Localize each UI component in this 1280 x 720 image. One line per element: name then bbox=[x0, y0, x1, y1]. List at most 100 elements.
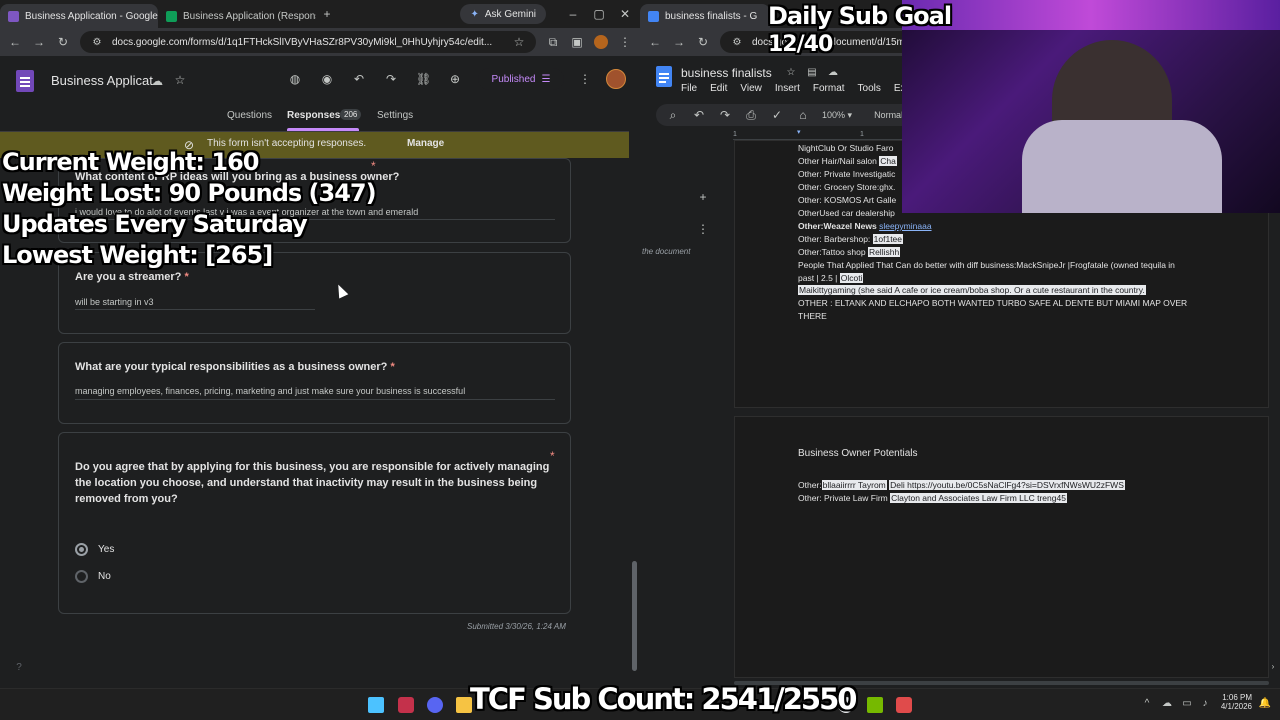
radio-option-no[interactable]: No bbox=[75, 570, 111, 583]
doc-line: Other: Grocery Store:ghx. bbox=[798, 182, 896, 192]
question-title: Do you agree that by applying for this b… bbox=[75, 461, 550, 505]
discord-icon[interactable] bbox=[427, 697, 443, 713]
minimize-icon[interactable]: – bbox=[566, 7, 580, 21]
close-window-icon[interactable]: ✕ bbox=[618, 7, 632, 21]
google-forms-logo-icon bbox=[16, 70, 34, 92]
outline-menu-icon[interactable]: ⋮ bbox=[696, 222, 710, 236]
new-tab-icon[interactable]: + bbox=[320, 7, 334, 21]
taskbar-clock[interactable]: 1:06 PM 4/1/2026 bbox=[1218, 693, 1252, 711]
back-icon[interactable]: ← bbox=[8, 35, 22, 49]
tab-settings[interactable]: Settings bbox=[377, 110, 413, 121]
undo-icon[interactable]: ↶ bbox=[692, 108, 706, 122]
app-icon[interactable] bbox=[896, 697, 912, 713]
clock-date: 4/1/2026 bbox=[1220, 702, 1252, 711]
tab-responses[interactable]: Responses bbox=[287, 110, 340, 121]
more-options-icon[interactable]: ⋮ bbox=[578, 72, 592, 86]
doc-line: NightClub Or Studio Faro bbox=[798, 143, 894, 153]
site-info-icon: ⚙ bbox=[92, 36, 102, 48]
scroll-right-icon[interactable]: › bbox=[1266, 662, 1280, 671]
profile-avatar[interactable] bbox=[594, 35, 608, 49]
submitted-timestamp: Submitted 3/30/26, 1:24 AM bbox=[467, 622, 566, 631]
answer-underline bbox=[75, 309, 315, 310]
volume-icon[interactable]: ♪ bbox=[1198, 698, 1212, 709]
tab-questions[interactable]: Questions bbox=[227, 110, 272, 121]
menu-file[interactable]: File bbox=[681, 83, 697, 94]
sub-count-overlay: TCF Sub Count: 2541/2550 bbox=[470, 682, 857, 716]
manage-button[interactable]: Manage bbox=[407, 138, 444, 149]
notifications-icon[interactable]: 🔔 bbox=[1258, 698, 1272, 709]
paint-format-icon[interactable]: ⌂ bbox=[796, 108, 810, 122]
menu-edit[interactable]: Edit bbox=[710, 83, 727, 94]
network-icon[interactable]: ▭ bbox=[1180, 698, 1194, 709]
scrollbar-thumb[interactable] bbox=[632, 561, 637, 671]
left-tab-strip: Business Application - Google F ✕ Busine… bbox=[0, 0, 640, 28]
menu-view[interactable]: View bbox=[740, 83, 762, 94]
clock-time: 1:06 PM bbox=[1222, 693, 1252, 702]
nvidia-icon[interactable] bbox=[867, 697, 883, 713]
move-folder-icon[interactable]: ▤ bbox=[805, 67, 819, 78]
doc-line: Other: Private Investigatic bbox=[798, 169, 896, 179]
tray-app-icon[interactable]: ☁ bbox=[1160, 698, 1174, 709]
print-icon[interactable]: ⎙ bbox=[744, 108, 758, 123]
answer-text: will be starting in v3 bbox=[75, 297, 154, 307]
address-bar[interactable]: ⚙ docs.google.com/forms/d/1q1FTHckSlIVBy… bbox=[80, 31, 536, 53]
doc-line: Other Hair/Nail salon Cha bbox=[798, 156, 897, 166]
ruler-indent-icon[interactable]: ▾ bbox=[797, 128, 801, 136]
current-weight-overlay: Current Weight: 160 bbox=[2, 148, 259, 176]
palette-icon[interactable]: ◍ bbox=[288, 72, 302, 86]
account-avatar[interactable] bbox=[606, 69, 626, 89]
preview-eye-icon[interactable]: ◉ bbox=[320, 72, 334, 86]
page2-heading: Business Owner Potentials bbox=[798, 448, 918, 459]
menu-tools[interactable]: Tools bbox=[858, 83, 881, 94]
ask-gemini-button[interactable]: ✦ Ask Gemini bbox=[460, 4, 546, 24]
reload-icon[interactable]: ↻ bbox=[696, 35, 710, 49]
updates-overlay: Updates Every Saturday bbox=[2, 210, 308, 238]
doc-line: Other:bllaaiirrrr Tayrom Deli https://yo… bbox=[798, 480, 1125, 490]
spellcheck-icon[interactable]: ✓ bbox=[770, 108, 784, 122]
maximize-icon[interactable]: ▢ bbox=[592, 7, 606, 21]
windows-start-icon[interactable] bbox=[368, 697, 384, 713]
published-button[interactable]: Published ☰ bbox=[478, 68, 564, 90]
menu-format[interactable]: Format bbox=[813, 83, 845, 94]
add-collaborator-icon[interactable]: ⊕ bbox=[448, 72, 462, 86]
link-icon[interactable]: ⛓ bbox=[416, 72, 431, 86]
sidepanel-icon[interactable]: ▣ bbox=[570, 35, 584, 49]
form-title[interactable]: Business Applicat bbox=[51, 73, 153, 88]
tab-business-application[interactable]: Business Application - Google F ✕ bbox=[0, 4, 158, 28]
back-icon[interactable]: ← bbox=[648, 35, 662, 49]
redo-icon[interactable]: ↷ bbox=[718, 108, 732, 122]
radio-option-yes[interactable]: Yes bbox=[75, 543, 114, 556]
tab-label: Business Application (Response bbox=[183, 10, 316, 22]
lowest-weight-overlay: Lowest Weight: [265] bbox=[2, 241, 273, 269]
redo-icon[interactable]: ↷ bbox=[384, 72, 398, 86]
tray-chevron-icon[interactable]: ^ bbox=[1140, 698, 1154, 709]
search-icon[interactable]: ⌕ bbox=[666, 108, 680, 123]
doc-line: People That Applied That Can do better w… bbox=[798, 260, 1175, 270]
add-tab-icon[interactable]: + bbox=[696, 190, 710, 204]
ruler-mark: 1 bbox=[733, 131, 737, 138]
outline-hint: the document bbox=[642, 247, 691, 256]
tab-business-responses[interactable]: Business Application (Response ✕ bbox=[158, 4, 316, 28]
app-icon[interactable] bbox=[398, 697, 414, 713]
extensions-icon[interactable]: ⧉ bbox=[546, 35, 560, 50]
question-title: Are you a streamer? * bbox=[75, 271, 189, 283]
option-label: Yes bbox=[98, 544, 115, 555]
menu-insert[interactable]: Insert bbox=[775, 83, 800, 94]
url-text: docs.google.com/forms/d/1q1FTHckSlIVByVH… bbox=[112, 36, 493, 48]
menu-dots-icon[interactable]: ⋮ bbox=[618, 35, 632, 49]
daily-sub-goal-value: 12/40 bbox=[768, 32, 833, 57]
undo-icon[interactable]: ↶ bbox=[352, 72, 366, 86]
forward-icon[interactable]: → bbox=[32, 35, 46, 49]
star-icon[interactable]: ☆ bbox=[784, 67, 798, 78]
tab-business-finalists[interactable]: business finalists - G bbox=[640, 4, 770, 28]
star-icon[interactable]: ☆ bbox=[173, 73, 187, 87]
reload-icon[interactable]: ↻ bbox=[56, 35, 70, 49]
forward-icon[interactable]: → bbox=[672, 35, 686, 49]
zoom-select[interactable]: 100% ▾ bbox=[822, 110, 852, 121]
left-address-row: ← → ↻ ⚙ docs.google.com/forms/d/1q1FTHck… bbox=[0, 28, 640, 56]
answer-text: managing employees, finances, pricing, m… bbox=[75, 386, 466, 396]
left-scrollbar[interactable] bbox=[629, 56, 640, 688]
doc-title[interactable]: business finalists bbox=[681, 66, 772, 80]
help-icon[interactable]: ? bbox=[12, 662, 26, 673]
bookmark-star-icon[interactable]: ☆ bbox=[512, 35, 526, 49]
